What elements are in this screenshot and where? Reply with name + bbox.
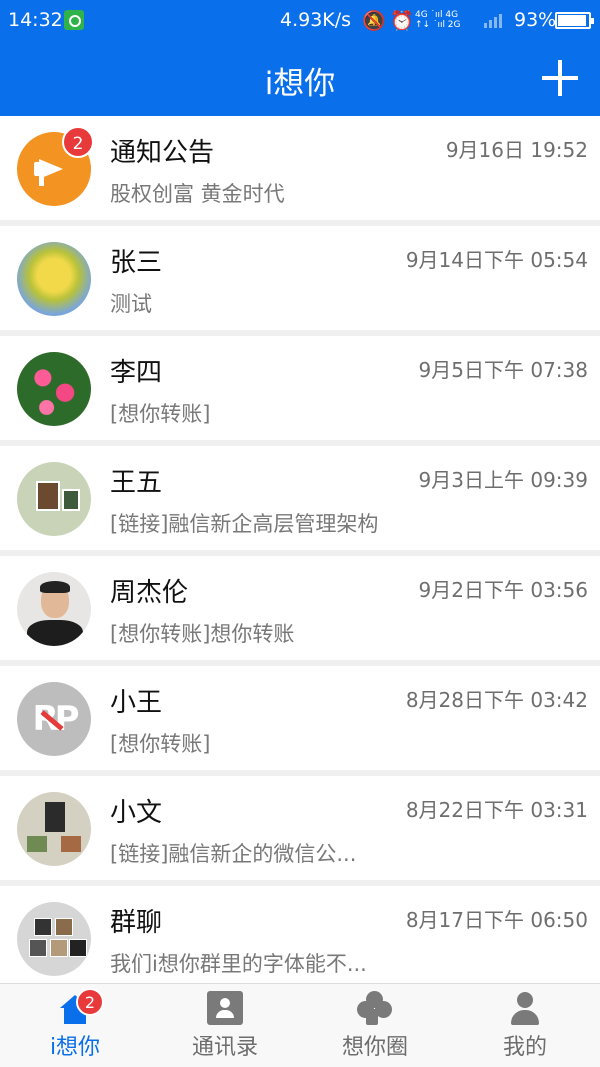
- conversation-name: 张三: [110, 248, 163, 278]
- conversation-row[interactable]: 群聊 8月17日下午 06:50 我们i想你群里的字体能不...: [0, 886, 600, 996]
- battery-percent: 93%: [514, 9, 557, 31]
- conversation-row[interactable]: 周杰伦 9月2日下午 03:56 [想你转账]想你转账: [0, 556, 600, 666]
- network-bottom: ↑↓ ˙ııl 2G: [415, 20, 461, 30]
- conversation-name: 小王: [110, 688, 163, 718]
- conversation-time: 9月2日下午 03:56: [418, 578, 588, 602]
- conversation-name: 周杰伦: [110, 578, 189, 608]
- conversation-name: 李四: [110, 358, 163, 388]
- conversation-row-notice[interactable]: 2 通知公告 9月16日 19:52 股权创富 黄金时代: [0, 116, 600, 226]
- status-bar: 14:32 4.93K/s 🔕 ⏰ 4G ˙ııl 4G ↑↓ ˙ııl 2G …: [0, 0, 600, 40]
- alarm-icon: ⏰: [390, 10, 414, 32]
- conversation-preview: 我们i想你群里的字体能不...: [110, 952, 367, 976]
- battery-icon: [555, 12, 594, 29]
- unread-badge: 2: [62, 126, 94, 158]
- conversation-time: 9月14日下午 05:54: [405, 248, 588, 272]
- tab-contacts[interactable]: 通讯录: [150, 984, 300, 1067]
- conversation-preview: 股权创富 黄金时代: [110, 182, 285, 206]
- conversation-time: 9月3日上午 09:39: [418, 468, 588, 492]
- conversation-preview: 测试: [110, 292, 152, 316]
- avatar: [17, 462, 91, 536]
- network-speed: 4.93K/s: [280, 9, 352, 31]
- mute-bell-icon: 🔕: [362, 10, 386, 32]
- conversation-time: 9月16日 19:52: [445, 138, 588, 162]
- person-icon: [507, 991, 543, 1025]
- conversation-time: 9月5日下午 07:38: [418, 358, 588, 382]
- conversation-name: 王五: [110, 468, 163, 498]
- tab-messages[interactable]: 2 i想你: [0, 984, 150, 1067]
- conversation-time: 8月17日下午 06:50: [405, 908, 588, 932]
- signal-icon: [484, 12, 506, 28]
- status-time: 14:32: [8, 9, 63, 31]
- plus-icon[interactable]: [542, 60, 578, 96]
- conversation-list: 2 通知公告 9月16日 19:52 股权创富 黄金时代 张三 9月14日下午 …: [0, 116, 600, 996]
- conversation-preview: [想你转账]: [110, 402, 211, 426]
- conversation-row[interactable]: 小文 8月22日下午 03:31 [链接]融信新企的微信公...: [0, 776, 600, 886]
- tab-moments[interactable]: 想你圈: [300, 984, 450, 1067]
- conversation-preview: [想你转账]: [110, 732, 211, 756]
- conversation-row[interactable]: 张三 9月14日下午 05:54 测试: [0, 226, 600, 336]
- clover-icon: [357, 991, 393, 1025]
- tab-label: 我的: [502, 1035, 547, 1060]
- app-header: 14:32 4.93K/s 🔕 ⏰ 4G ˙ııl 4G ↑↓ ˙ııl 2G …: [0, 0, 600, 116]
- avatar: [17, 792, 91, 866]
- sync-icon: [64, 10, 84, 30]
- network-top: 4G ˙ııl 4G: [415, 10, 459, 20]
- network-indicator: 4G ˙ııl 4G ↑↓ ˙ııl 2G: [415, 10, 485, 30]
- avatar: [17, 572, 91, 646]
- conversation-row[interactable]: 李四 9月5日下午 07:38 [想你转账]: [0, 336, 600, 446]
- tab-me[interactable]: 我的: [450, 984, 600, 1067]
- bottom-nav: 2 i想你 通讯录 想你圈 我的: [0, 983, 600, 1067]
- tab-label: 想你圈: [341, 1035, 408, 1060]
- group-avatar: [17, 902, 91, 976]
- avatar: [17, 242, 91, 316]
- conversation-time: 8月28日下午 03:42: [405, 688, 588, 712]
- tab-label: i想你: [49, 1035, 101, 1060]
- app-screen: 14:32 4.93K/s 🔕 ⏰ 4G ˙ııl 4G ↑↓ ˙ııl 2G …: [0, 0, 600, 1067]
- conversation-row[interactable]: 王五 9月3日上午 09:39 [链接]融信新企高层管理架构: [0, 446, 600, 556]
- conversation-name: 小文: [110, 798, 163, 828]
- conversation-time: 8月22日下午 03:31: [405, 798, 588, 822]
- page-title: i想你: [264, 66, 336, 102]
- tab-label: 通讯录: [191, 1035, 258, 1060]
- avatar: RP: [17, 682, 91, 756]
- conversation-name: 群聊: [110, 908, 163, 938]
- battery-fill: [558, 15, 586, 26]
- conversation-preview: [链接]融信新企高层管理架构: [110, 512, 379, 536]
- avatar: [17, 352, 91, 426]
- conversation-row[interactable]: RP 小王 8月28日下午 03:42 [想你转账]: [0, 666, 600, 776]
- contacts-book-icon: [207, 991, 243, 1025]
- tab-badge: 2: [76, 988, 104, 1016]
- conversation-preview: [链接]融信新企的微信公...: [110, 842, 357, 866]
- conversation-name: 通知公告: [110, 138, 215, 168]
- conversation-preview: [想你转账]想你转账: [110, 622, 295, 646]
